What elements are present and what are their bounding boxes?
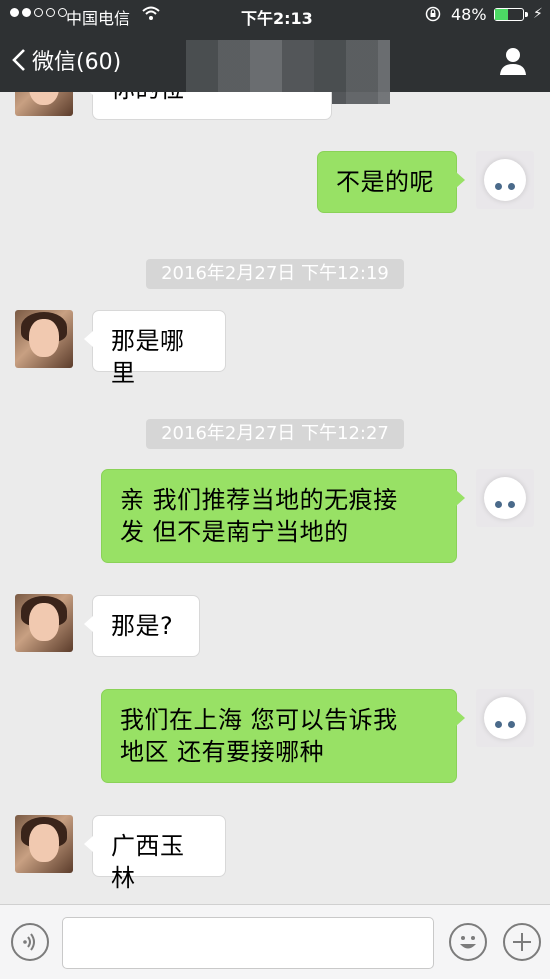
- plus-icon: [513, 933, 531, 951]
- my-avatar[interactable]: [476, 151, 534, 209]
- outgoing-message: 不是的呢: [317, 151, 465, 213]
- outgoing-message: 我们在上海 您可以告诉我 地区 还有要接哪种: [101, 689, 465, 783]
- battery-percentage: 48%: [451, 5, 487, 24]
- timestamp: 2016年2月27日 下午12:27: [146, 419, 404, 449]
- carrier-label: 中国电信: [66, 9, 131, 28]
- rotation-lock-icon: [425, 6, 441, 22]
- voice-icon: [23, 933, 35, 951]
- outgoing-message: 亲 我们推荐当地的无痕接 发 但不是南宁当地的: [101, 469, 465, 563]
- timestamp: 2016年2月27日 下午12:19: [146, 259, 404, 289]
- person-icon[interactable]: [498, 46, 528, 76]
- my-avatar[interactable]: [476, 469, 534, 527]
- incoming-message: 那是?: [84, 595, 200, 657]
- status-bar: 中国电信 下午2:13 48% ⚡: [0, 0, 550, 30]
- battery-cap: [525, 12, 528, 17]
- message-line: 亲 我们推荐当地的无痕接: [120, 486, 398, 514]
- incoming-message: 广西玉林: [84, 815, 226, 892]
- message-line: 地区 还有要接哪种: [120, 738, 325, 766]
- contact-avatar[interactable]: [15, 815, 73, 873]
- contact-avatar[interactable]: [15, 310, 73, 368]
- chat-area[interactable]: 你的位 不是的呢 2016年2月27日 下午12:19 那是哪里 2016年2月…: [0, 92, 550, 904]
- emoji-button[interactable]: [449, 923, 487, 961]
- back-label: 微信(60): [32, 50, 122, 75]
- battery-icon: [494, 8, 524, 21]
- status-time: 下午2:13: [241, 9, 313, 28]
- message-line: 我们在上海 您可以告诉我: [120, 706, 398, 734]
- voice-button[interactable]: [11, 923, 49, 961]
- charging-icon: ⚡: [533, 6, 543, 22]
- back-button[interactable]: 微信(60): [12, 44, 121, 76]
- chevron-left-icon: [12, 49, 25, 71]
- contact-avatar[interactable]: [15, 594, 73, 652]
- input-bar: [0, 904, 550, 979]
- emoji-icon: [460, 936, 476, 949]
- signal-strength-icon: [10, 8, 67, 17]
- contact-avatar[interactable]: [15, 92, 73, 116]
- wifi-icon: [142, 6, 160, 20]
- plus-button[interactable]: [503, 923, 541, 961]
- incoming-message: 那是哪里: [84, 310, 226, 387]
- top-bar: 中国电信 下午2:13 48% ⚡ 微信(60): [0, 0, 550, 104]
- message-line: 发 但不是南宁当地的: [120, 518, 349, 546]
- message-input[interactable]: [62, 917, 434, 969]
- incoming-message: 你的位: [84, 92, 332, 120]
- my-avatar[interactable]: [476, 689, 534, 747]
